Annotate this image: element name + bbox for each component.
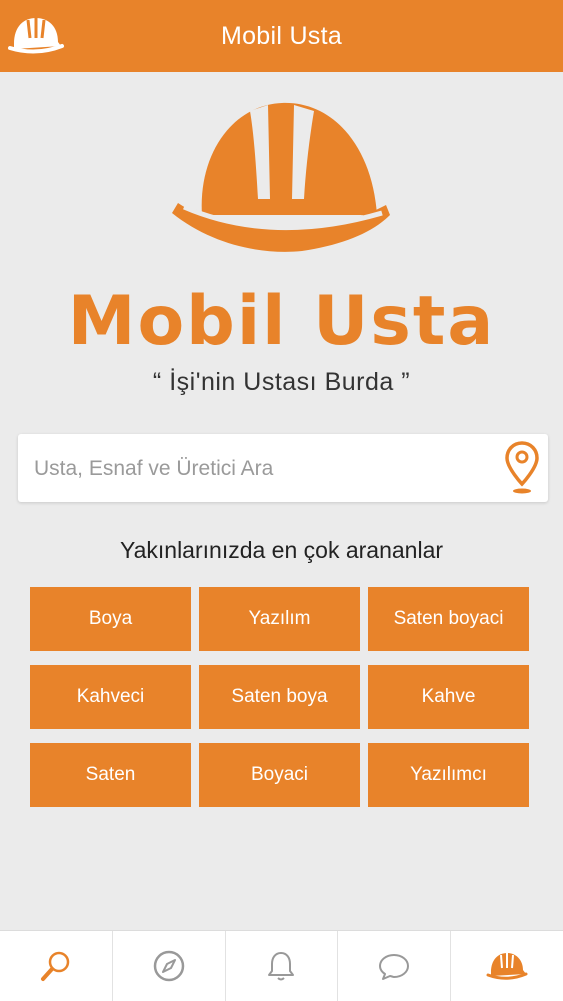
compass-icon: [153, 950, 184, 982]
popular-item[interactable]: Kahveci: [30, 665, 191, 729]
chat-icon: [379, 954, 410, 980]
app-title: Mobil Usta: [220, 21, 343, 50]
tab-notifications[interactable]: [226, 931, 339, 1001]
search-icon: [40, 951, 70, 981]
hardhat-icon: [486, 953, 528, 980]
brand-name: Mobil Usta: [67, 282, 496, 361]
popular-item[interactable]: Kahve: [368, 665, 529, 729]
hardhat-logo-icon: [172, 102, 390, 252]
brand-slogan: “ İşi'nin Ustası Burda ”: [152, 368, 411, 396]
popular-searches-grid: Boya Yazılım Saten boyaci Kahveci Saten …: [30, 587, 529, 807]
popular-item[interactable]: Saten boya: [199, 665, 360, 729]
tab-explore[interactable]: [113, 931, 226, 1001]
tab-profile[interactable]: [451, 931, 563, 1001]
popular-item[interactable]: Yazılımcı: [368, 743, 529, 807]
tab-search[interactable]: [0, 931, 113, 1001]
tab-messages[interactable]: [338, 931, 452, 1001]
location-pin-icon[interactable]: [504, 440, 540, 496]
popular-section-title: Yakınlarınızda en çok arananlar: [119, 537, 444, 563]
bell-icon: [268, 952, 295, 981]
popular-item[interactable]: Yazılım: [199, 587, 360, 651]
bottom-navigation: [0, 930, 563, 1001]
top-app-bar: Mobil Usta: [0, 0, 563, 72]
search-box: [18, 434, 548, 502]
hardhat-icon[interactable]: [6, 12, 66, 56]
popular-item[interactable]: Saten boyaci: [368, 587, 529, 651]
popular-item[interactable]: Saten: [30, 743, 191, 807]
popular-item[interactable]: Boyaci: [199, 743, 360, 807]
popular-item[interactable]: Boya: [30, 587, 191, 651]
search-input[interactable]: [32, 448, 496, 490]
